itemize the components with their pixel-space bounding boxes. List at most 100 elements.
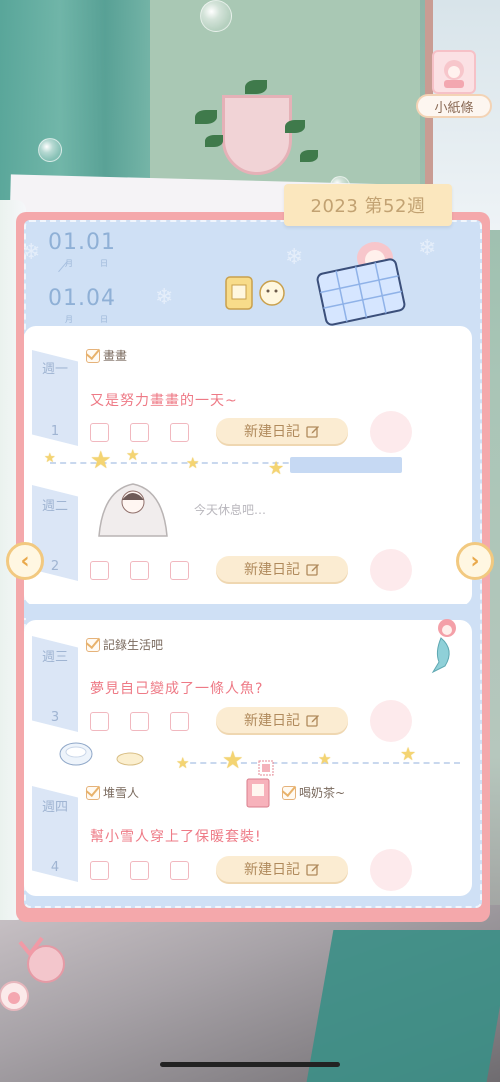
- plant-leaf: [300, 150, 318, 162]
- empty-task-slot[interactable]: [130, 712, 149, 731]
- diary-entry: 夢見自己變成了一條人魚?: [90, 681, 264, 697]
- new-diary-button-label: 新建日記: [244, 424, 300, 440]
- date-end: 01.04: [48, 286, 116, 311]
- sleeping-girl-illustration: [315, 236, 415, 326]
- empty-task-slot[interactable]: [90, 561, 109, 580]
- chevron-left-icon: ‹: [20, 548, 30, 574]
- previous-week-button[interactable]: ‹: [6, 542, 44, 580]
- date-separator: .: [78, 286, 86, 311]
- empty-task-slot[interactable]: [130, 561, 149, 580]
- edit-icon: [306, 562, 320, 576]
- star-icon: ★: [90, 446, 112, 474]
- next-week-button[interactable]: ›: [456, 542, 494, 580]
- mood-stamp-slot[interactable]: [370, 411, 412, 453]
- day-tab-wednesday: 週三 3: [32, 636, 78, 732]
- task-check[interactable]: 畫畫: [86, 347, 127, 364]
- date-start-month: 01: [48, 230, 78, 255]
- date-separator: .: [78, 230, 86, 255]
- date-end-month: 01: [48, 286, 78, 311]
- mood-stamp-slot[interactable]: [370, 849, 412, 891]
- week-title-tab: 2023 第52週: [284, 184, 452, 226]
- empty-task-slot[interactable]: [170, 861, 189, 880]
- blanket-girl-illustration: [95, 480, 171, 538]
- task-label: 記錄生活吧: [103, 638, 164, 652]
- new-diary-button[interactable]: 新建日記: [216, 556, 348, 582]
- mood-stamp-slot[interactable]: [370, 700, 412, 742]
- mermaid-sticker-icon: [425, 616, 465, 676]
- new-diary-button-label: 新建日記: [244, 862, 300, 878]
- star-icon: ★: [126, 446, 140, 464]
- empty-task-slot[interactable]: [90, 712, 109, 731]
- snowflake-icon: ❄: [285, 245, 304, 270]
- day-name: 週三: [41, 650, 68, 665]
- new-diary-button[interactable]: 新建日記: [216, 856, 348, 882]
- snowman-sticker-icon: [222, 275, 292, 311]
- star-icon: ★: [222, 746, 244, 774]
- day-number: 4: [50, 860, 60, 875]
- task-label: 堆雪人: [103, 786, 140, 800]
- diary-entry: 今天休息吧…: [194, 503, 267, 517]
- edit-icon: [306, 862, 320, 876]
- background-teal-cloth: [306, 930, 500, 1082]
- empty-task-slot[interactable]: [90, 861, 109, 880]
- bowl-sticker-icon: [58, 740, 96, 772]
- diary-entry: 幫小雪人穿上了保暖套裝!: [90, 829, 262, 845]
- day-name: 週四: [41, 800, 68, 815]
- task-label: 喝奶茶~: [299, 786, 346, 800]
- star-icon: ★: [176, 754, 190, 772]
- bubble-decoration: [38, 138, 62, 162]
- empty-task-slot[interactable]: [90, 423, 109, 442]
- new-diary-button-label: 新建日記: [244, 713, 300, 729]
- note-badge-button[interactable]: 小紙條: [416, 50, 492, 122]
- day-tab-monday: 週一 1: [32, 350, 78, 446]
- task-check[interactable]: 堆雪人: [86, 784, 139, 801]
- checkbox-checked-icon: [282, 785, 296, 800]
- home-indicator[interactable]: [160, 1062, 340, 1067]
- empty-task-slot[interactable]: [170, 561, 189, 580]
- snowflake-icon: ❄: [155, 285, 174, 310]
- date-end-day-unit: 日: [100, 315, 108, 324]
- plant-leaf: [205, 135, 223, 147]
- edit-icon: [306, 713, 320, 727]
- new-diary-button[interactable]: 新建日記: [216, 418, 348, 444]
- date-end-day: 04: [86, 286, 116, 311]
- section-divider: [24, 604, 472, 618]
- star-icon: ★: [44, 451, 56, 466]
- task-check[interactable]: 喝奶茶~: [282, 784, 345, 801]
- star-icon: ★: [318, 750, 332, 768]
- dumpling-sticker-icon: [116, 750, 144, 770]
- mood-stamp-slot[interactable]: [370, 549, 412, 591]
- date-start: 01.01: [48, 230, 116, 255]
- task-label: 畫畫: [103, 349, 128, 363]
- date-start-month-unit: 月: [65, 259, 73, 268]
- snowflake-icon: ❄: [418, 236, 437, 261]
- hanging-plant-pot: [222, 95, 292, 175]
- checkbox-checked-icon: [86, 637, 100, 652]
- new-diary-button[interactable]: 新建日記: [216, 707, 348, 733]
- paw-charm-decoration: [0, 918, 72, 1018]
- plant-leaf: [285, 120, 305, 133]
- empty-task-slot[interactable]: [170, 712, 189, 731]
- bubble-decoration: [200, 0, 232, 32]
- diary-entry: 又是努力畫畫的一天~: [90, 393, 238, 409]
- day-number: 1: [50, 424, 60, 439]
- empty-task-slot[interactable]: [130, 423, 149, 442]
- date-start-day: 01: [86, 230, 116, 255]
- star-icon: ★: [186, 454, 200, 472]
- new-diary-button-label: 新建日記: [244, 562, 300, 578]
- card-sticker-icon: [246, 778, 270, 812]
- date-end-month-unit: 月: [65, 315, 73, 324]
- day-name: 週二: [41, 499, 68, 514]
- chevron-right-icon: ›: [470, 548, 480, 574]
- plant-leaf: [195, 110, 217, 124]
- note-avatar-icon: [432, 50, 476, 94]
- empty-task-slot[interactable]: [170, 423, 189, 442]
- checkbox-checked-icon: [86, 348, 100, 363]
- plant-leaf: [245, 80, 267, 94]
- day-number: 3: [50, 710, 60, 725]
- day-tab-thursday: 週四 4: [32, 786, 78, 882]
- empty-task-slot[interactable]: [130, 861, 149, 880]
- day-name: 週一: [41, 362, 68, 377]
- washi-tape-sticker: [290, 457, 402, 473]
- task-check[interactable]: 記錄生活吧: [86, 636, 163, 653]
